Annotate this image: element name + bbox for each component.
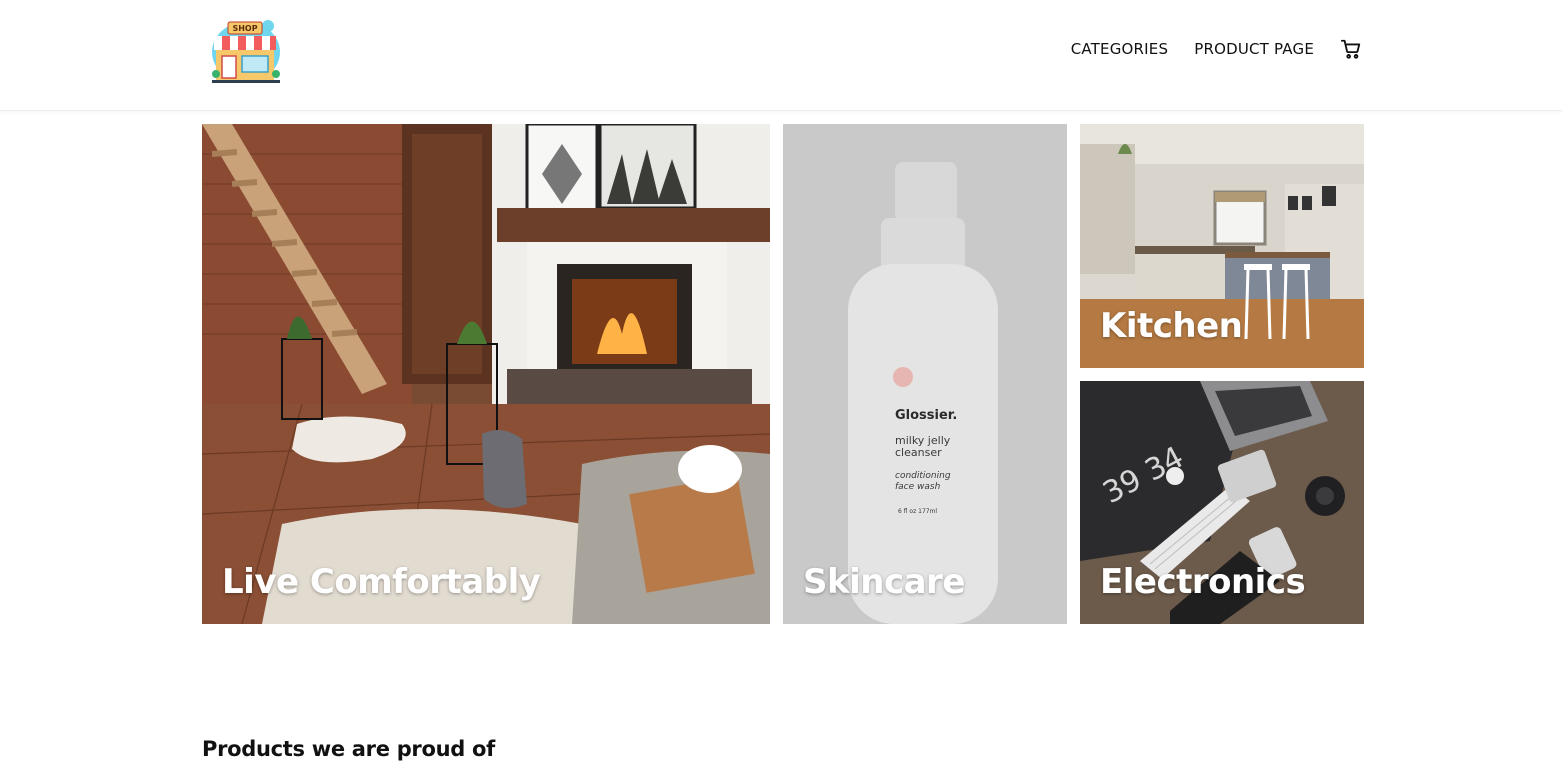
svg-text:6 fl oz 177ml: 6 fl oz 177ml — [898, 508, 937, 515]
category-tile-kitchen[interactable]: Kitchen — [1080, 124, 1364, 368]
cleanser-bottle-image: Glossier. milky jelly cleanser condition… — [783, 124, 1067, 624]
svg-text:SHOP: SHOP — [232, 24, 257, 33]
main-nav: CATEGORIES PRODUCT PAGE — [1071, 38, 1362, 60]
category-tile-skincare[interactable]: Glossier. milky jelly cleanser condition… — [783, 124, 1067, 624]
tile-label: Kitchen — [1100, 306, 1243, 346]
svg-text:conditioning: conditioning — [895, 471, 951, 481]
section-title-featured-products: Products we are proud of — [202, 737, 495, 761]
shop-logo[interactable]: SHOP — [206, 14, 284, 86]
svg-text:face wash: face wash — [895, 482, 941, 492]
svg-text:Glossier.: Glossier. — [895, 408, 957, 423]
site-header: SHOP CATEGORIES PRODUCT PAGE — [0, 0, 1562, 111]
tile-label: Skincare — [803, 562, 965, 602]
nav-product-page[interactable]: PRODUCT PAGE — [1194, 38, 1314, 60]
nav-categories[interactable]: CATEGORIES — [1071, 38, 1169, 60]
category-tile-live-comfortably[interactable]: Live Comfortably — [202, 124, 770, 624]
shopping-cart-icon[interactable] — [1340, 38, 1362, 60]
tile-label: Electronics — [1100, 562, 1306, 602]
shop-storefront-icon: SHOP — [212, 20, 280, 83]
living-room-fireplace-image — [202, 124, 770, 624]
category-tile-electronics[interactable]: 39 34 Electronics — [1080, 381, 1364, 624]
tile-label: Live Comfortably — [222, 562, 541, 602]
svg-text:cleanser: cleanser — [895, 446, 942, 459]
